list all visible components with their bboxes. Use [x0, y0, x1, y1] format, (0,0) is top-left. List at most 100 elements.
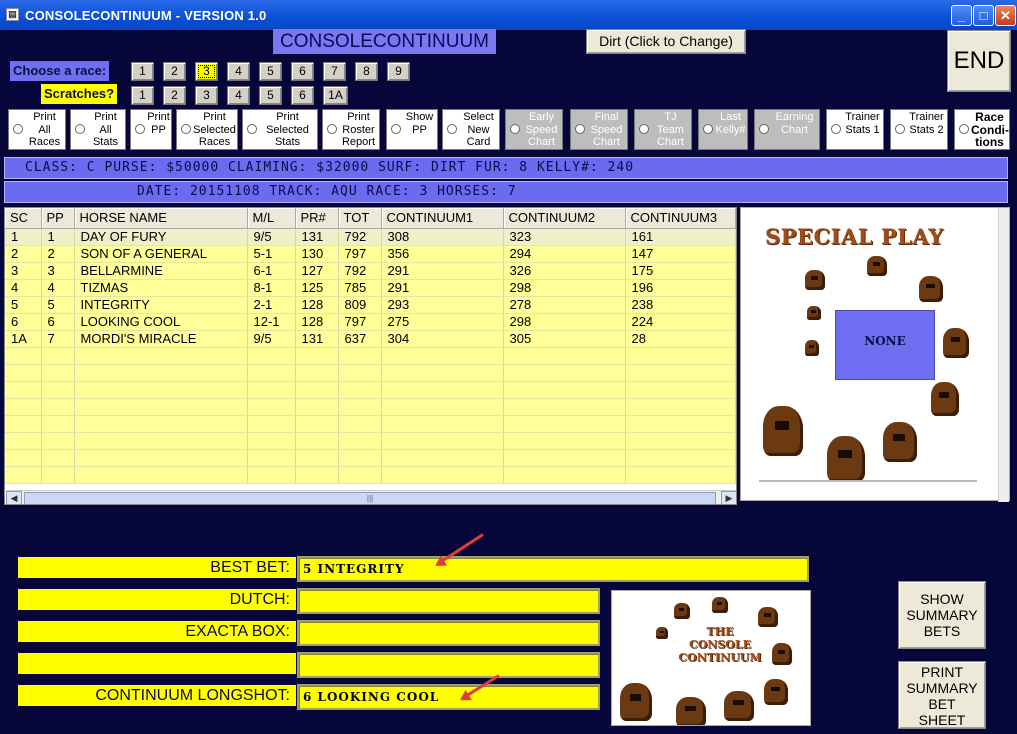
table-cell [295, 449, 339, 467]
radio-icon[interactable] [135, 124, 145, 134]
scratch-button-1[interactable]: 1 [131, 86, 154, 105]
horse-head-icon [807, 306, 821, 320]
table-cell: 2 [41, 245, 75, 263]
option-early-speed-chart[interactable]: Early Speed Chart [505, 109, 563, 150]
column-header[interactable]: CONTINUUM1 [381, 208, 504, 229]
longshot-field[interactable]: 6 LOOKING COOL [297, 684, 600, 710]
radio-icon[interactable] [639, 124, 649, 134]
race-button-3[interactable]: 3 [195, 62, 218, 81]
radio-icon[interactable] [13, 124, 23, 134]
column-header[interactable]: HORSE NAME [74, 208, 248, 229]
dutch-field[interactable] [297, 588, 600, 614]
scroll-right-icon[interactable]: ▶ [721, 491, 736, 504]
column-header[interactable]: PR# [295, 208, 339, 229]
radio-icon[interactable] [895, 124, 905, 134]
show-summary-bets-button[interactable]: SHOW SUMMARY BETS [898, 581, 986, 649]
scroll-left-icon[interactable]: ◀ [6, 491, 22, 504]
option-print-selected-stats[interactable]: Print Selected Stats [242, 109, 318, 150]
blank-bet-field[interactable] [297, 652, 600, 678]
scratch-button-5[interactable]: 5 [259, 86, 282, 105]
option-print-all-races[interactable]: Print All Races [8, 109, 66, 150]
option-final-speed-chart[interactable]: Final Speed Chart [570, 109, 628, 150]
option-label: Trainer Stats 1 [845, 111, 880, 136]
scratch-button-1a[interactable]: 1A [323, 86, 348, 105]
column-header[interactable]: M/L [247, 208, 296, 229]
table-row[interactable]: 3 3 BELLARMINE 6-1 127 792 291 326 175 [5, 262, 736, 280]
radio-icon[interactable] [447, 124, 457, 134]
table-cell [381, 381, 504, 399]
race-button-9[interactable]: 9 [387, 62, 410, 81]
radio-icon[interactable] [247, 124, 257, 134]
option-earning-chart[interactable]: Earning Chart [754, 109, 820, 150]
scroll-thumb[interactable]: ||| [24, 492, 716, 504]
radio-icon[interactable] [959, 124, 969, 134]
radio-icon[interactable] [327, 124, 337, 134]
choose-race-label: Choose a race: [10, 61, 110, 81]
option-print-selected-races[interactable]: Print Selected Races [176, 109, 238, 150]
title-bar[interactable]: ▤ CONSOLECONTINUUM - VERSION 1.0 _ □ ✕ [0, 0, 1017, 30]
horse-head-icon [827, 436, 865, 482]
column-header[interactable]: SC [5, 208, 42, 229]
surface-toggle-button[interactable]: Dirt (Click to Change) [586, 29, 746, 54]
end-button[interactable]: END [947, 30, 1011, 92]
option-select-new-card[interactable]: Select New Card [442, 109, 500, 150]
radio-icon[interactable] [831, 124, 841, 134]
table-row[interactable]: 2 2 SON OF A GENERAL 5-1 130 797 356 294 147 [5, 245, 736, 263]
print-summary-bet-sheet-button[interactable]: PRINT SUMMARY BET SHEET [898, 661, 986, 729]
option-race-condi-tions[interactable]: Race Condi- tions [954, 109, 1010, 150]
horse-grid[interactable]: SC PP HORSE NAME M/L PR# TOT CONTINUUM1 CONTINU… [4, 207, 737, 505]
option-print-all-stats[interactable]: Print All Stats [70, 109, 126, 150]
table-cell [295, 364, 339, 382]
table-cell: 356 [381, 245, 504, 263]
option-tj-team-chart[interactable]: TJ Team Chart [634, 109, 692, 150]
radio-icon[interactable] [759, 124, 769, 134]
radio-icon[interactable] [181, 124, 191, 134]
radio-icon[interactable] [75, 124, 85, 134]
empty-row [5, 466, 736, 484]
option-print-pp[interactable]: Print PP [130, 109, 172, 150]
race-button-4[interactable]: 4 [227, 62, 250, 81]
table-row[interactable]: 5 5 INTEGRITY 2-1 128 809 293 278 238 [5, 296, 736, 314]
table-cell: 291 [381, 279, 504, 297]
scratch-button-4[interactable]: 4 [227, 86, 250, 105]
table-cell [295, 432, 339, 450]
minimize-button[interactable]: _ [951, 5, 972, 26]
table-row[interactable]: 1 1 DAY OF FURY 9/5 131 792 308 323 161 [5, 228, 736, 246]
maximize-button[interactable]: □ [973, 5, 994, 26]
radio-icon[interactable] [575, 124, 585, 134]
race-button-1[interactable]: 1 [131, 62, 154, 81]
race-button-7[interactable]: 7 [323, 62, 346, 81]
exacta-box-field[interactable] [297, 620, 600, 646]
race-button-8[interactable]: 8 [355, 62, 378, 81]
horse-head-icon [724, 691, 754, 721]
radio-icon[interactable] [391, 124, 401, 134]
best-bet-field[interactable]: 5 INTEGRITY [297, 556, 809, 582]
race-button-2[interactable]: 2 [163, 62, 186, 81]
race-button-5[interactable]: 5 [259, 62, 282, 81]
horse-head-icon [764, 679, 788, 705]
scratch-button-3[interactable]: 3 [195, 86, 218, 105]
option-print-roster-report[interactable]: Print Roster Report [322, 109, 380, 150]
scratch-button-6[interactable]: 6 [291, 86, 314, 105]
column-header[interactable]: CONTINUUM2 [503, 208, 626, 229]
longshot-label: CONTINUUM LONGSHOT: [18, 685, 296, 706]
option-show-pp[interactable]: Show PP [386, 109, 438, 150]
radio-icon[interactable] [510, 124, 520, 134]
option-trainer-stats-2[interactable]: Trainer Stats 2 [890, 109, 948, 150]
table-row[interactable]: 1A 7 MORDI'S MIRACLE 9/5 131 637 304 305 28 [5, 330, 736, 348]
option-trainer-stats-1[interactable]: Trainer Stats 1 [826, 109, 884, 150]
column-header[interactable]: PP [41, 208, 75, 229]
option-last-kelly[interactable]: Last Kelly# [698, 109, 748, 150]
column-header[interactable]: TOT [338, 208, 382, 229]
close-button[interactable]: ✕ [995, 5, 1016, 26]
table-row[interactable]: 4 4 TIZMAS 8-1 125 785 291 298 196 [5, 279, 736, 297]
column-header[interactable]: CONTINUUM3 [625, 208, 736, 229]
race-button-6[interactable]: 6 [291, 62, 314, 81]
scratch-button-2[interactable]: 2 [163, 86, 186, 105]
table-row[interactable]: 6 6 LOOKING COOL 12-1 128 797 275 298 224 [5, 313, 736, 331]
horizontal-scrollbar[interactable]: ◀ ||| ▶ [6, 490, 736, 504]
table-cell [381, 415, 504, 433]
radio-icon[interactable] [703, 124, 713, 134]
table-cell [74, 449, 248, 467]
vertical-scrollbar[interactable] [998, 208, 1009, 502]
